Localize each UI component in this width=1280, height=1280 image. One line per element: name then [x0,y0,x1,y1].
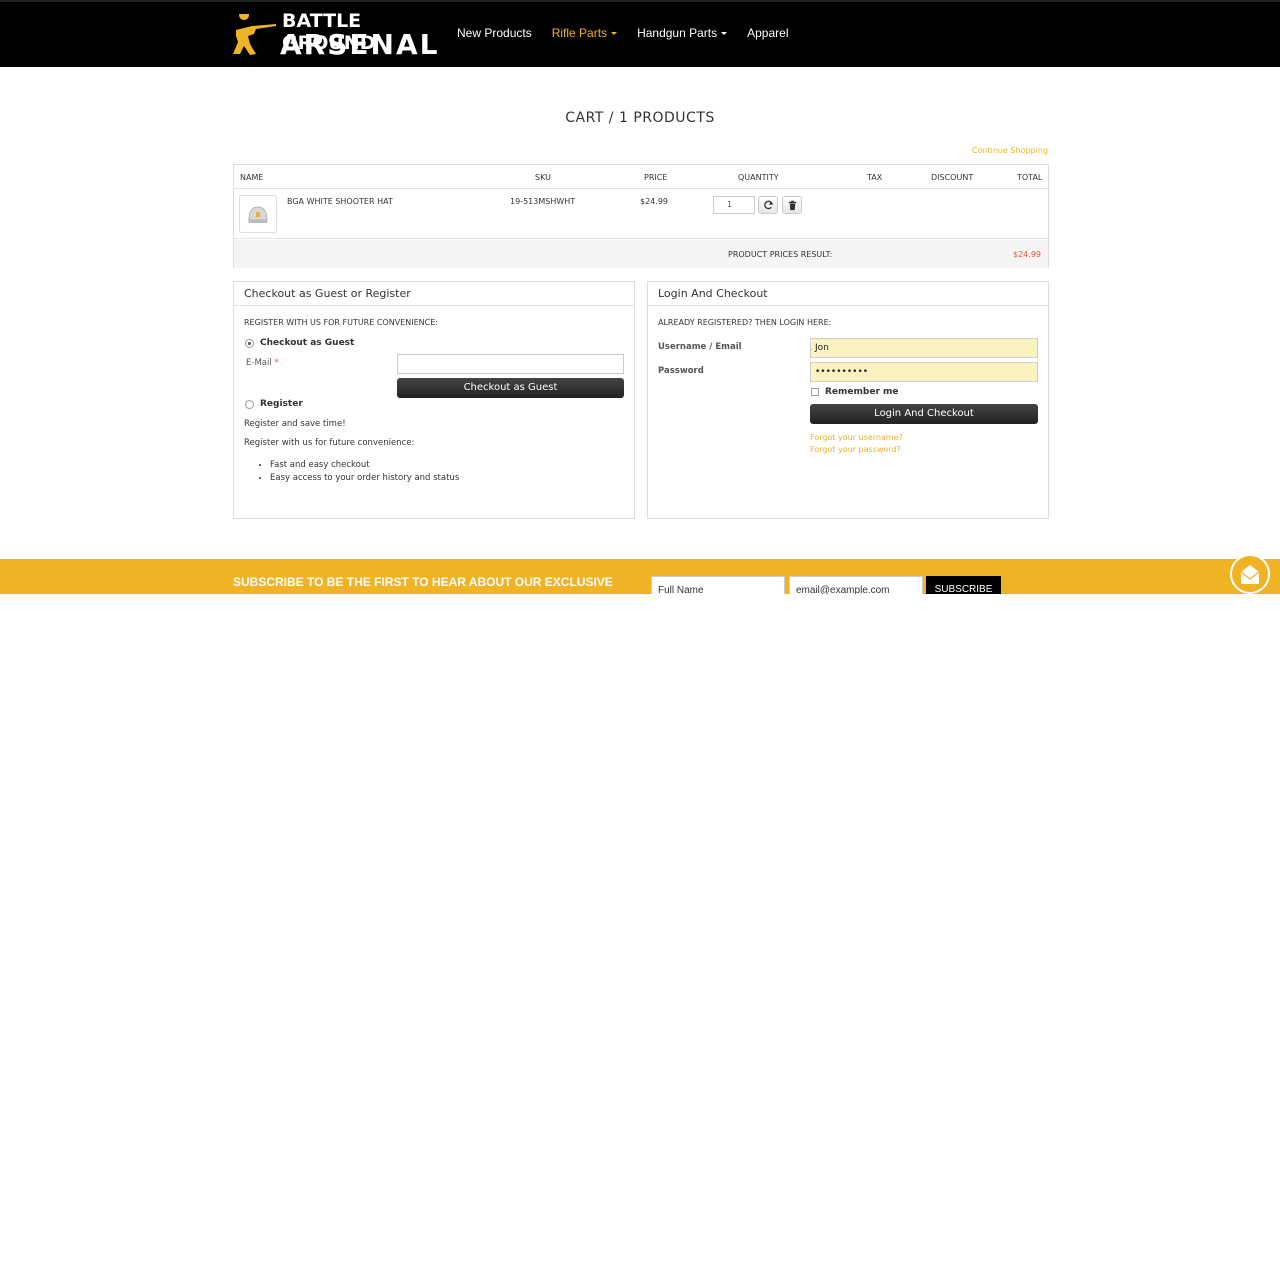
guest-option-label[interactable]: Checkout as Guest [260,338,354,348]
product-thumbnail[interactable] [239,195,277,233]
email-label-text: E-Mail [246,358,272,368]
nav-label: Apparel [747,26,789,40]
quantity-input[interactable]: 1 [713,196,755,214]
list-item: Fast and easy checkout [270,460,459,470]
guest-register-panel: Checkout as Guest or Register REGISTER W… [233,281,635,519]
panel-title: Login And Checkout [648,282,1048,306]
top-navbar: BATTLE GROUND ARSENAL New Products Rifle… [0,0,1280,67]
logo-line-2: ARSENAL [280,28,440,61]
benefits-list: Fast and easy checkout Easy access to yo… [270,460,459,486]
column-header-quantity: QUANTITY [738,173,779,182]
product-name[interactable]: BGA WHITE SHOOTER HAT [287,197,393,206]
password-label: Password [658,366,704,376]
username-input[interactable]: Jon [810,338,1038,358]
column-header-tax: TAX [867,173,883,182]
column-header-total: TOTAL [1017,173,1043,182]
hat-thumbnail-icon [248,206,268,223]
cart-summary-row: PRODUCT PRICES RESULT: $24.99 [234,240,1048,268]
caret-down-icon [721,32,728,36]
envelope-icon [1240,565,1260,584]
email-label: E-Mail * [246,358,279,368]
table-row: BGA WHITE SHOOTER HAT 19-513MSHWHT $24.9… [234,189,1048,239]
subscribe-text: SUBSCRIBE TO BE THE FIRST TO HEAR ABOUT … [233,575,613,589]
nav-label: Handgun Parts [637,26,718,40]
column-header-discount: DISCOUNT [931,173,974,182]
page-title: CART / 1 PRODUCTS [565,110,715,126]
panel-subtitle: REGISTER WITH US FOR FUTURE CONVENIENCE: [244,318,438,327]
register-radio[interactable] [245,400,254,409]
envelope-popup-button[interactable] [1230,554,1270,594]
column-header-price: PRICE [644,173,668,182]
table-header: NAME SKU PRICE QUANTITY TAX DISCOUNT TOT… [234,165,1048,189]
register-option-label[interactable]: Register [260,399,303,409]
register-line-2: Register with us for future convenience: [244,438,415,448]
site-logo[interactable]: BATTLE GROUND ARSENAL [230,10,437,60]
nav-label: New Products [457,26,532,40]
soldier-logo-icon [233,14,276,55]
forgot-password-link[interactable]: Forgot your password? [810,445,901,454]
remember-me-checkbox[interactable] [811,388,819,396]
trash-icon [788,200,797,211]
main-nav: New Products Rifle Parts Handgun Parts A… [457,26,789,40]
subscribe-button[interactable]: SUBSCRIBE [926,576,1001,594]
checkout-as-guest-button[interactable]: Checkout as Guest [397,378,624,398]
login-and-checkout-button[interactable]: Login And Checkout [810,404,1038,424]
nav-rifle-parts[interactable]: Rifle Parts [551,26,618,40]
forgot-username-link[interactable]: Forgot your username? [810,433,903,442]
nav-new-products[interactable]: New Products [457,26,532,40]
guest-radio[interactable] [245,339,254,348]
nav-handgun-parts[interactable]: Handgun Parts [637,26,728,40]
remember-me-label[interactable]: Remember me [825,387,899,397]
update-quantity-button[interactable] [758,196,778,214]
email-input[interactable] [397,354,624,374]
column-header-sku: SKU [535,173,551,182]
nav-apparel[interactable]: Apparel [747,26,788,40]
subscribe-email-input[interactable]: email@example.com [789,576,923,594]
cart-table: NAME SKU PRICE QUANTITY TAX DISCOUNT TOT… [233,164,1049,268]
product-sku: 19-513MSHWHT [510,197,576,206]
refresh-icon [764,200,773,210]
remove-item-button[interactable] [782,196,802,214]
column-header-name: NAME [240,173,264,182]
continue-shopping-link[interactable]: Continue Shopping [940,146,1048,155]
product-prices-result-label: PRODUCT PRICES RESULT: [728,250,833,259]
panel-subtitle: ALREADY REGISTERED? THEN LOGIN HERE: [658,318,832,327]
panel-title: Checkout as Guest or Register [234,282,634,306]
product-prices-result-value: $24.99 [1013,250,1041,259]
product-price: $24.99 [640,197,668,206]
login-panel: Login And Checkout ALREADY REGISTERED? T… [647,281,1049,519]
caret-down-icon [611,32,618,36]
password-input[interactable]: •••••••••• [810,362,1038,382]
full-name-input[interactable]: Full Name [651,576,785,594]
username-label: Username / Email [658,342,742,352]
register-line-1: Register and save time! [244,419,346,429]
required-mark: * [274,358,279,368]
list-item: Easy access to your order history and st… [270,473,459,483]
subscribe-band: SUBSCRIBE TO BE THE FIRST TO HEAR ABOUT … [0,559,1280,594]
nav-label: Rifle Parts [551,26,608,40]
